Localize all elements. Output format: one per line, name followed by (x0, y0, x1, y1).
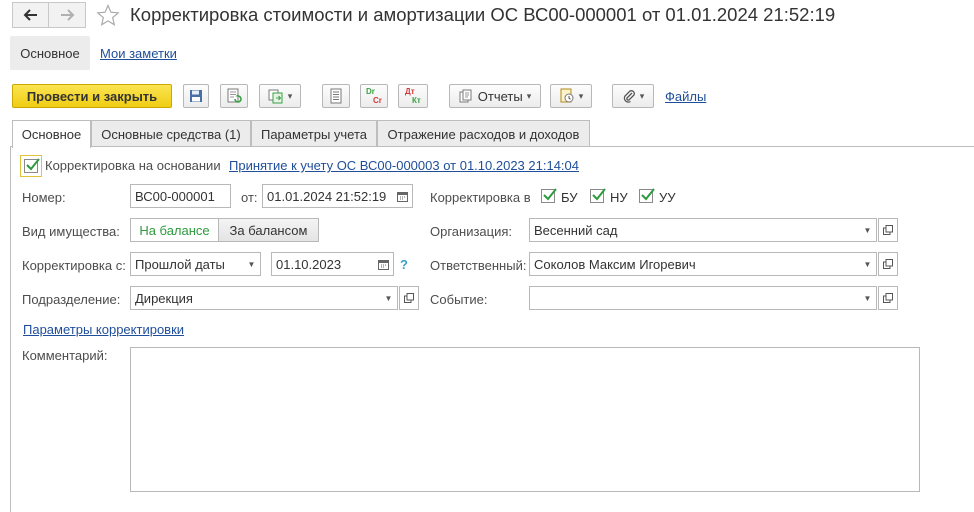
off-balance-toggle[interactable]: За балансом (218, 218, 319, 242)
open-window-icon (404, 293, 414, 303)
open-window-icon (883, 225, 893, 235)
nu-checkbox[interactable] (590, 188, 606, 203)
chevron-down-icon[interactable]: ▼ (859, 219, 876, 241)
uu-checkbox[interactable] (639, 188, 655, 203)
correction-params-link[interactable]: Параметры корректировки (23, 322, 184, 337)
dr-cr-button[interactable]: Dr Cr (360, 84, 388, 108)
basis-document-link[interactable]: Принятие к учету ОС ВС00-000003 от 01.10… (229, 158, 579, 173)
attachments-button[interactable]: ▾ (612, 84, 654, 108)
tab-fixed-assets[interactable]: Основные средства (1) (91, 120, 251, 147)
department-field[interactable]: Дирекция ▼ (130, 286, 398, 310)
checkmark-icon (26, 158, 40, 171)
correction-from-select[interactable]: Прошлой даты ▼ (130, 252, 261, 276)
checkmark-icon (592, 188, 606, 201)
refresh-document-icon (227, 88, 242, 103)
tab-panel-border (10, 146, 974, 147)
bu-checkbox[interactable] (541, 188, 557, 203)
tab-main[interactable]: Основное (12, 120, 91, 148)
open-window-icon (883, 293, 893, 303)
forward-button[interactable] (48, 2, 86, 28)
correction-date-field[interactable]: 01.10.2023 (271, 252, 394, 276)
calendar-icon[interactable] (392, 185, 412, 207)
create-based-on-icon (268, 89, 283, 104)
chevron-down-icon[interactable]: ▼ (243, 253, 260, 275)
paperclip-icon (623, 90, 635, 103)
correction-in-label: Корректировка в (430, 190, 531, 205)
event-label: Событие: (430, 292, 488, 307)
organization-open-button[interactable] (878, 218, 898, 242)
favorite-star-icon[interactable] (96, 3, 120, 29)
back-button[interactable] (12, 2, 50, 28)
tab-panel-left-border (10, 146, 11, 512)
floppy-disk-icon (190, 90, 202, 102)
calendar-icon[interactable] (373, 253, 393, 275)
responsible-field[interactable]: Соколов Максим Игоревич ▼ (529, 252, 877, 276)
date-label: от: (241, 190, 258, 205)
section-main[interactable]: Основное (10, 36, 90, 70)
reports-icon (459, 89, 472, 103)
responsible-label: Ответственный: (430, 258, 527, 273)
number-field[interactable]: ВС00-000001 (130, 184, 231, 208)
chevron-down-icon[interactable]: ▼ (859, 253, 876, 275)
date-field[interactable]: 01.01.2024 21:52:19 (262, 184, 413, 208)
list-icon (330, 88, 342, 104)
files-link[interactable]: Файлы (665, 89, 706, 104)
uu-label: УУ (659, 190, 676, 205)
bu-label: БУ (561, 190, 578, 205)
help-question-icon[interactable]: ? (400, 257, 408, 272)
basis-label: Корректировка на основании (45, 158, 221, 173)
tab-accounting-params[interactable]: Параметры учета (251, 120, 377, 147)
reports-button[interactable]: Отчеты ▾ (449, 84, 541, 108)
event-field[interactable]: ▼ (529, 286, 877, 310)
dt-ct-button[interactable]: Дт Кт (398, 84, 428, 108)
correction-from-label: Корректировка с: (22, 258, 126, 273)
property-type-label: Вид имущества: (22, 224, 120, 239)
event-open-button[interactable] (878, 286, 898, 310)
print-button[interactable]: ▾ (550, 84, 592, 108)
refresh-document-button[interactable] (220, 84, 248, 108)
dr-cr-icon: Dr Cr (366, 87, 382, 105)
dt-ct-icon: Дт Кт (405, 87, 421, 105)
arrow-left-icon (23, 9, 37, 21)
basis-checkbox[interactable] (24, 158, 40, 173)
responsible-open-button[interactable] (878, 252, 898, 276)
department-open-button[interactable] (399, 286, 419, 310)
save-button[interactable] (183, 84, 209, 108)
tab-expenses-income[interactable]: Отражение расходов и доходов (377, 120, 590, 147)
arrow-right-icon (61, 9, 75, 21)
chevron-down-icon[interactable]: ▼ (859, 287, 876, 309)
section-notes-link[interactable]: Мои заметки (100, 46, 177, 61)
number-label: Номер: (22, 190, 66, 205)
open-window-icon (883, 259, 893, 269)
reports-label: Отчеты (477, 88, 523, 104)
create-based-on-button[interactable]: ▾ (259, 84, 301, 108)
comment-textarea[interactable] (130, 347, 920, 492)
checkmark-icon (543, 188, 557, 201)
comment-label: Комментарий: (22, 348, 108, 363)
print-document-icon (560, 88, 574, 103)
page-title: Корректировка стоимости и амортизации ОС… (130, 4, 836, 25)
organization-field[interactable]: Весенний сад ▼ (529, 218, 877, 242)
department-label: Подразделение: (22, 292, 121, 307)
organization-label: Организация: (430, 224, 513, 239)
checkmark-icon (641, 188, 655, 201)
document-list-button[interactable] (322, 84, 350, 108)
chevron-down-icon[interactable]: ▼ (380, 287, 397, 309)
on-balance-toggle[interactable]: На балансе (130, 218, 219, 242)
post-and-close-button[interactable]: Провести и закрыть (12, 84, 172, 108)
nu-label: НУ (610, 190, 628, 205)
